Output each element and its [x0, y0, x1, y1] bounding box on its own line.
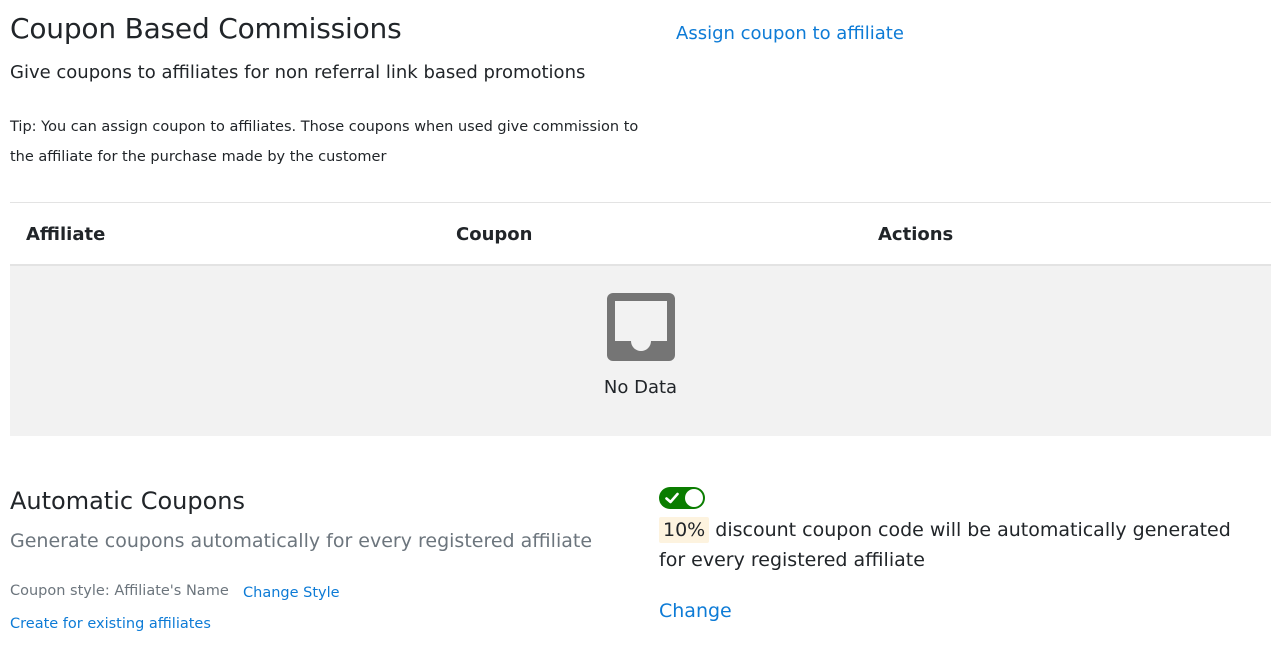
coupons-table: Affiliate Coupon Actions No Data	[10, 202, 1271, 436]
empty-state-text: No Data	[603, 377, 678, 398]
description-text: discount coupon code will be automatical…	[659, 519, 1231, 571]
change-style-link[interactable]: Change Style	[243, 585, 340, 601]
coupon-commissions-page: Coupon Based Commissions Give coupons to…	[0, 0, 1280, 668]
column-header-affiliate[interactable]: Affiliate	[26, 224, 105, 245]
column-header-actions[interactable]: Actions	[878, 224, 953, 245]
check-icon	[665, 492, 679, 504]
automatic-coupon-description: 10% discount coupon code will be automat…	[659, 515, 1259, 575]
table-header: Affiliate Coupon Actions	[10, 203, 1271, 266]
page-title: Coupon Based Commissions	[10, 12, 402, 45]
tip-text: Tip: You can assign coupon to affiliates…	[10, 119, 639, 165]
page-subtitle: Give coupons to affiliates for non refer…	[10, 62, 586, 83]
automatic-coupons-toggle[interactable]	[659, 487, 705, 509]
change-discount-link[interactable]: Change	[659, 600, 732, 622]
automatic-coupons-subtitle: Generate coupons automatically for every…	[10, 530, 593, 552]
coupon-style-label: Coupon style: Affiliate's Name	[10, 583, 229, 599]
empty-state: No Data	[10, 266, 1271, 436]
column-header-coupon[interactable]: Coupon	[456, 224, 532, 245]
create-existing-affiliates-link[interactable]: Create for existing affiliates	[10, 616, 211, 632]
inbox-icon	[607, 293, 675, 361]
assign-coupon-link[interactable]: Assign coupon to affiliate	[676, 23, 904, 44]
toggle-knob	[685, 489, 703, 507]
discount-percentage: 10%	[659, 517, 710, 543]
automatic-coupons-title: Automatic Coupons	[10, 487, 245, 515]
